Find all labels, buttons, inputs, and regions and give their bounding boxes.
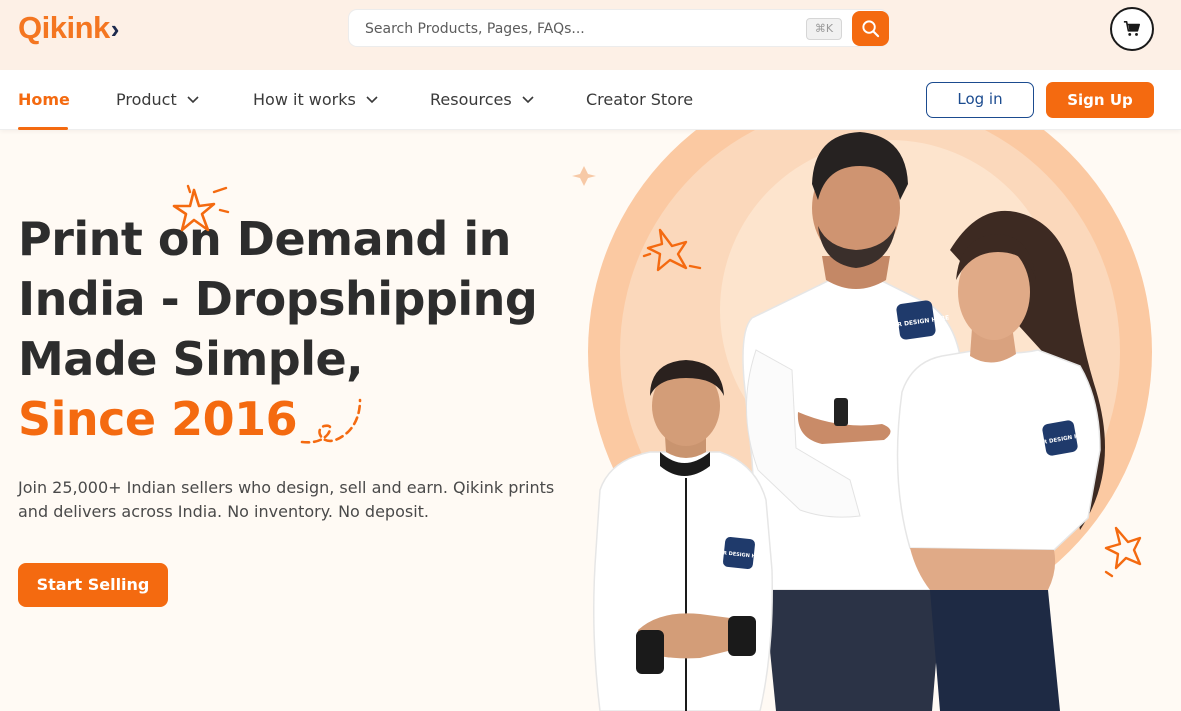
login-button[interactable]: Log in	[926, 82, 1034, 118]
logo-mark: ›	[110, 14, 120, 44]
nav-item-home[interactable]: Home	[18, 90, 70, 109]
chevron-down-icon	[522, 95, 534, 103]
nav-item-how-it-works[interactable]: How it works	[253, 90, 378, 109]
nav-item-label: Resources	[430, 90, 512, 109]
cart-button[interactable]	[1110, 7, 1154, 51]
squiggle-icon	[300, 398, 362, 444]
hero-heading-line-3: Made Simple,	[18, 332, 364, 386]
qikink-logo[interactable]: Qikink›	[18, 10, 119, 46]
top-bar: Qikink› Search Products, Pages, FAQs... …	[0, 0, 1181, 70]
nav-item-label: How it works	[253, 90, 356, 109]
nav-item-creator-store[interactable]: Creator Store	[586, 90, 693, 109]
hero-heading-line-2: India - Dropshipping	[18, 272, 538, 326]
hero-heading-highlight: Since 2016	[18, 392, 298, 446]
nav-item-label: Creator Store	[586, 90, 694, 109]
start-selling-button[interactable]: Start Selling	[18, 563, 168, 607]
search-shortcut-badge: ⌘K	[806, 18, 842, 40]
nav-item-resources[interactable]: Resources	[430, 90, 534, 109]
search-input[interactable]: Search Products, Pages, FAQs...	[365, 21, 585, 37]
chevron-down-icon	[187, 95, 199, 103]
nav-item-label: Product	[116, 90, 177, 109]
cart-icon	[1123, 20, 1141, 36]
nav-item-product[interactable]: Product	[116, 90, 199, 109]
search-bar[interactable]: Search Products, Pages, FAQs... ⌘K	[348, 9, 889, 47]
main-nav: Home Product How it works Resources Crea…	[0, 70, 1181, 130]
hero-subtext: Join 25,000+ Indian sellers who design, …	[18, 478, 555, 521]
search-icon	[862, 20, 880, 38]
hero-heading-line-1: Print on Demand in	[18, 212, 511, 266]
nav-item-label: Home	[18, 90, 70, 109]
sparkle-icon	[172, 184, 230, 232]
signup-button[interactable]: Sign Up	[1046, 82, 1154, 118]
chevron-down-icon	[366, 95, 378, 103]
nav-active-indicator	[18, 127, 68, 130]
models-illustration: YOUR DESIGN HERE YOUR DESIGN HERE YOUR D…	[572, 130, 1152, 711]
search-button[interactable]	[852, 11, 889, 46]
hero-image: YOUR DESIGN HERE YOUR DESIGN HERE YOUR D…	[560, 130, 1181, 711]
logo-text: Qikink	[18, 10, 110, 45]
